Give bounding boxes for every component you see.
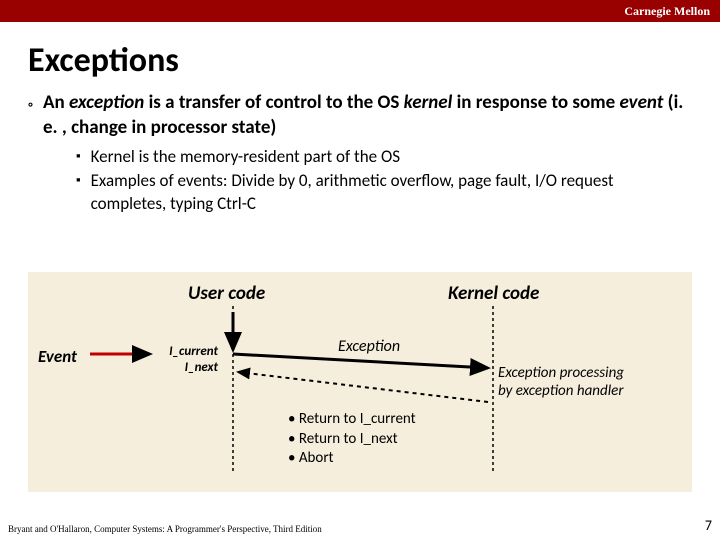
return-item: • Return to I_current — [288, 410, 416, 430]
i-next-label: I_next — [158, 360, 218, 375]
exception-processing-label: Exception processing by exception handle… — [498, 364, 624, 400]
footer: Bryant and O'Hallaron, Computer Systems:… — [8, 517, 712, 534]
bullet-icon: ▪ — [76, 173, 81, 190]
return-item: • Abort — [288, 449, 416, 469]
return-item: • Return to I_next — [288, 430, 416, 450]
main-bullet-text: An exception is a transfer of control to… — [43, 91, 692, 140]
kernel-code-heading: Kernel code — [448, 282, 539, 305]
diagram: User code Kernel code Event I_current I_… — [28, 272, 692, 492]
bullet-icon: ▪ — [76, 149, 81, 166]
sub-bullet-list: ▪ Kernel is the memory-resident part of … — [28, 146, 692, 214]
header-org: Carnegie Mellon — [624, 4, 710, 19]
header-bar: Carnegie Mellon — [0, 0, 720, 22]
user-code-heading: User code — [188, 282, 265, 305]
exception-label: Exception — [338, 337, 400, 356]
sub-bullet-text: Kernel is the memory-resident part of th… — [91, 146, 672, 168]
sub-bullet: ▪ Examples of events: Divide by 0, arith… — [76, 170, 672, 214]
sub-bullet: ▪ Kernel is the memory-resident part of … — [76, 146, 672, 168]
bullet-icon: ◦ — [28, 96, 33, 114]
page-number: 7 — [705, 517, 712, 534]
main-bullet: ◦ An exception is a transfer of control … — [28, 91, 692, 140]
slide-title: Exceptions — [0, 22, 720, 91]
slide: Carnegie Mellon Exceptions ◦ An exceptio… — [0, 0, 720, 540]
event-label: Event — [38, 346, 77, 367]
i-current-label: I_current — [158, 344, 218, 359]
content-area: ◦ An exception is a transfer of control … — [0, 91, 720, 215]
return-list: • Return to I_current • Return to I_next… — [288, 410, 416, 469]
footer-citation: Bryant and O'Hallaron, Computer Systems:… — [8, 524, 322, 534]
sub-bullet-text: Examples of events: Divide by 0, arithme… — [91, 170, 672, 214]
